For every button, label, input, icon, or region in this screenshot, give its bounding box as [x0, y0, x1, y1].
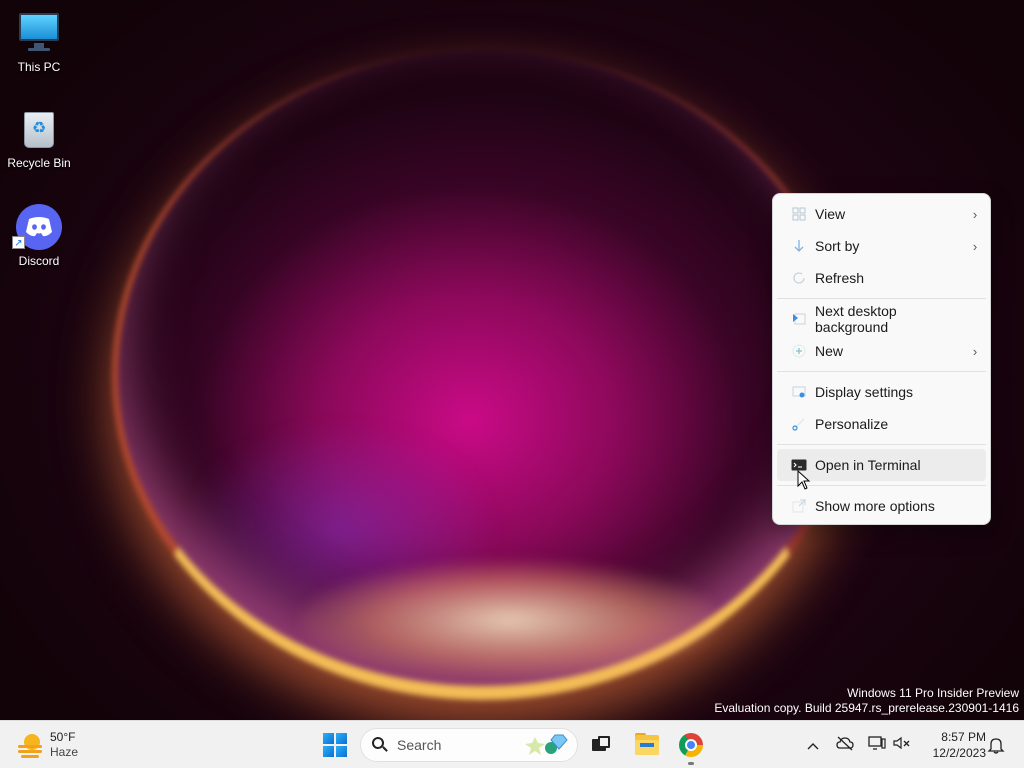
grid-icon — [777, 207, 815, 221]
desktop-icon-recycle-bin[interactable]: ♻ Recycle Bin — [1, 106, 77, 170]
search-placeholder: Search — [397, 737, 442, 753]
mouse-cursor-icon — [797, 470, 811, 490]
recycle-bin-icon: ♻ — [16, 106, 62, 152]
menu-item-personalize[interactable]: Personalize — [777, 408, 986, 440]
discord-icon: ↗ — [12, 204, 62, 250]
menu-item-next-desktop-background[interactable]: Next desktop background — [777, 303, 986, 335]
shortcut-arrow-icon: ↗ — [12, 236, 25, 249]
chevron-right-icon: › — [972, 343, 978, 359]
menu-item-label: Personalize — [815, 416, 889, 432]
start-button[interactable] — [320, 730, 350, 760]
running-indicator — [688, 762, 694, 765]
menu-item-label: Sort by — [815, 238, 860, 254]
weather-widget[interactable]: 50°F Haze — [16, 729, 78, 761]
brush-icon — [777, 417, 815, 431]
task-view-button[interactable] — [586, 730, 616, 760]
sort-icon — [777, 239, 815, 253]
chevron-right-icon: › — [972, 206, 978, 222]
volume-button[interactable] — [892, 735, 912, 755]
menu-item-sort-by[interactable]: Sort by › — [777, 230, 986, 262]
external-link-icon — [777, 499, 815, 513]
desktop-icon-discord[interactable]: ↗ Discord — [1, 204, 77, 268]
taskbar-search-box[interactable]: Search — [360, 728, 578, 762]
monitor-icon — [16, 10, 62, 56]
desktop-icon-this-pc[interactable]: This PC — [1, 10, 77, 74]
haze-weather-icon — [16, 731, 44, 759]
search-icon — [371, 736, 389, 754]
cloud-offline-icon — [836, 736, 854, 751]
display-settings-icon — [777, 385, 815, 399]
menu-separator — [777, 371, 986, 372]
notifications-button[interactable] — [986, 735, 1006, 755]
weather-condition: Haze — [50, 745, 79, 759]
menu-item-label: New — [815, 343, 844, 359]
bell-icon — [987, 738, 1005, 754]
plus-icon — [777, 344, 815, 358]
network-button[interactable] — [867, 735, 887, 755]
menu-item-show-more-options[interactable]: Show more options — [777, 490, 986, 522]
system-clock[interactable]: 8:57 PM 12/2/2023 — [920, 729, 986, 761]
evaluation-watermark: Windows 11 Pro Insider Preview Evaluatio… — [714, 686, 1019, 716]
search-highlight-icon — [525, 731, 573, 759]
refresh-icon — [777, 271, 815, 285]
chevron-right-icon: › — [972, 238, 978, 254]
desktop-icon-label: Discord — [18, 254, 60, 268]
menu-item-label: Show more options — [815, 498, 935, 514]
clock-time: 8:57 PM — [941, 730, 986, 744]
chevron-up-icon — [807, 743, 819, 750]
desktop-icon-label: This PC — [17, 60, 61, 74]
watermark-line2: Evaluation copy. Build 25947.rs_prerelea… — [714, 701, 1019, 715]
menu-item-label: Next desktop background — [815, 303, 897, 335]
menu-item-label: Refresh — [815, 270, 865, 286]
display-network-icon — [868, 736, 886, 750]
wallpaper-bloom-glow — [300, 560, 720, 680]
menu-item-refresh[interactable]: Refresh — [777, 262, 986, 294]
menu-item-label: Display settings — [815, 384, 914, 400]
menu-item-display-settings[interactable]: Display settings — [777, 376, 986, 408]
watermark-line1: Windows 11 Pro Insider Preview — [847, 686, 1019, 700]
menu-separator — [777, 444, 986, 445]
clock-date: 12/2/2023 — [932, 746, 986, 760]
volume-muted-icon — [893, 736, 910, 750]
menu-item-label: View — [815, 206, 846, 222]
next-background-icon — [777, 312, 815, 326]
menu-separator — [777, 298, 986, 299]
menu-item-label: Open in Terminal — [815, 457, 921, 473]
onedrive-button[interactable] — [835, 735, 855, 755]
show-hidden-icons-button[interactable] — [803, 735, 823, 755]
chrome-button[interactable] — [676, 730, 706, 765]
desktop-icon-label: Recycle Bin — [7, 156, 71, 170]
weather-temp: 50°F — [50, 730, 76, 744]
menu-item-new[interactable]: New › — [777, 335, 986, 367]
menu-item-view[interactable]: View › — [777, 198, 986, 230]
file-explorer-button[interactable] — [632, 730, 662, 760]
taskbar: 50°F Haze Search 8:57 PM 12/2/2023 — [0, 720, 1024, 768]
